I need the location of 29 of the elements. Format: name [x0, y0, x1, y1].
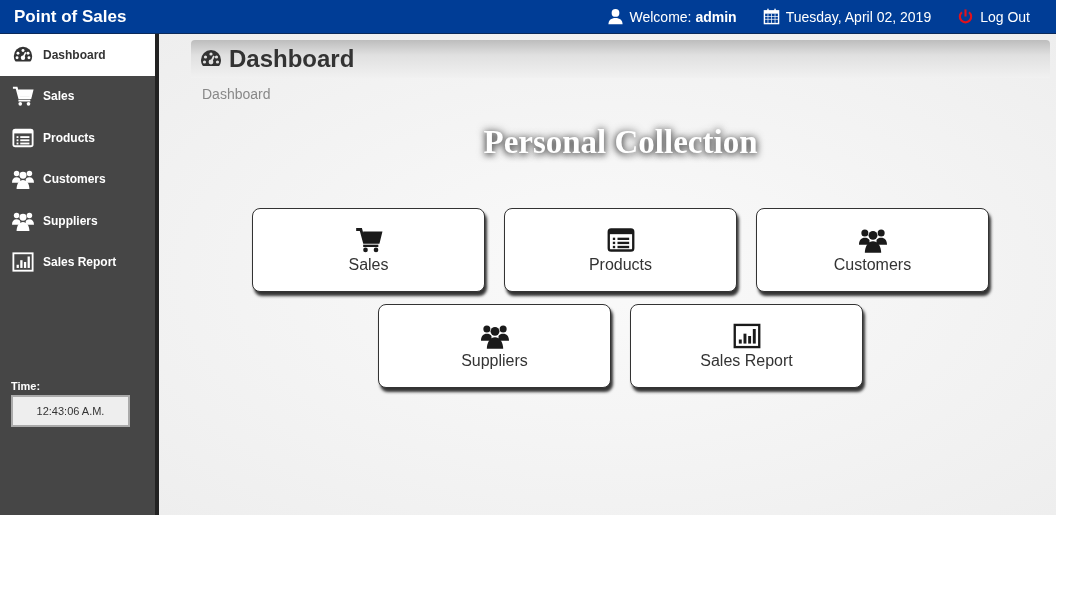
list-icon — [11, 126, 35, 149]
welcome-text: Welcome: admin — [629, 8, 737, 25]
dashboard-tile[interactable]: Customers — [756, 208, 989, 292]
cart-icon — [353, 226, 384, 254]
sidebar-item[interactable]: Suppliers — [0, 200, 155, 242]
sidebar-item[interactable]: Products — [0, 117, 155, 159]
bar-chart-icon — [11, 251, 35, 274]
user-icon — [606, 8, 624, 25]
sidebar-item[interactable]: Customers — [0, 158, 155, 200]
power-icon — [957, 8, 975, 25]
dashboard-tile[interactable]: Products — [504, 208, 737, 292]
breadcrumb: Dashboard — [201, 85, 272, 102]
logout-link[interactable]: Log Out — [957, 8, 1030, 25]
page-title: Dashboard — [229, 45, 355, 73]
dashboard-tile[interactable]: Sales Report — [630, 304, 863, 388]
bar-chart-icon — [731, 322, 762, 350]
dashboard-tile[interactable]: Suppliers — [378, 304, 611, 388]
sidebar-item[interactable]: Dashboard — [0, 34, 155, 76]
list-icon — [605, 226, 636, 254]
sidebar-item[interactable]: Sales — [0, 75, 155, 117]
dashboard-tile[interactable]: Sales — [252, 208, 485, 292]
calendar-icon — [762, 8, 780, 25]
users-icon — [11, 168, 35, 191]
date-text: Tuesday, April 02, 2019 — [785, 8, 932, 25]
time-label: Time: — [11, 380, 42, 392]
app-title: Point of Sales — [14, 6, 127, 27]
cart-icon — [11, 85, 35, 108]
time-display: 12:43:06 A.M. — [11, 395, 130, 427]
sidebar-item[interactable]: Sales Report — [0, 241, 155, 283]
